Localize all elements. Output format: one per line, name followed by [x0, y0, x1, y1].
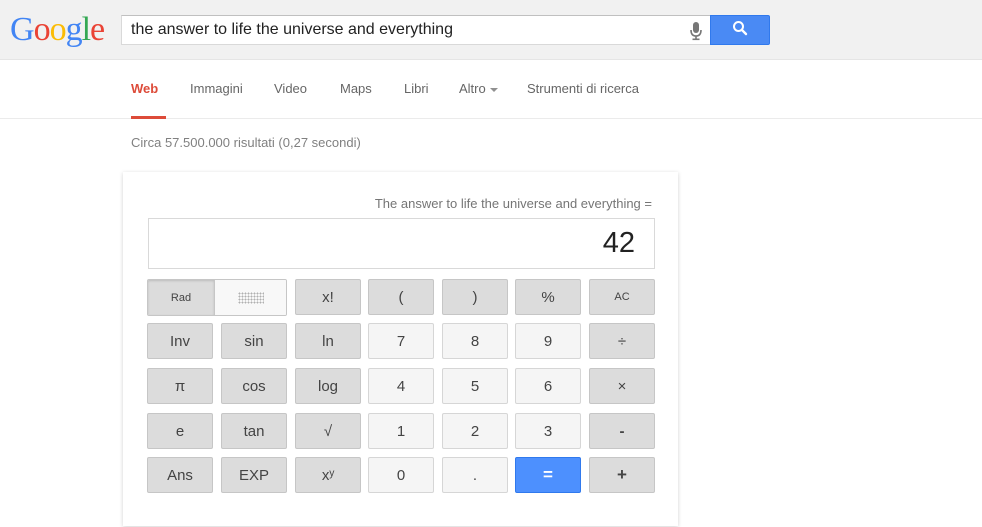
header-bar: Google: [0, 0, 982, 60]
divide-button[interactable]: ÷: [589, 323, 655, 359]
sin-button[interactable]: sin: [221, 323, 287, 359]
pi-button[interactable]: π: [147, 368, 213, 404]
subtract-button[interactable]: -: [589, 413, 655, 449]
multiply-button[interactable]: ×: [589, 368, 655, 404]
all-clear-button[interactable]: AC: [589, 279, 655, 315]
logo-letter: g: [65, 11, 83, 48]
close-paren-button[interactable]: ): [442, 279, 508, 315]
inverse-button[interactable]: Inv: [147, 323, 213, 359]
calculator-card: The answer to life the universe and ever…: [123, 172, 678, 526]
magnifier-icon: [732, 20, 748, 41]
digit-8-button[interactable]: 8: [442, 323, 508, 359]
logo-letter: l: [81, 11, 92, 48]
tab-images[interactable]: Immagini: [190, 81, 243, 119]
search-button[interactable]: [710, 15, 770, 45]
digit-0-button[interactable]: 0: [368, 457, 434, 493]
tab-maps[interactable]: Maps: [340, 81, 372, 119]
search-tabs: Web Immagini Video Maps Libri Altro Stru…: [0, 60, 982, 119]
rad-button[interactable]: Rad: [148, 280, 215, 315]
microphone-icon[interactable]: [688, 21, 704, 41]
square-root-button[interactable]: √: [295, 413, 361, 449]
google-logo[interactable]: Google: [10, 11, 105, 48]
logo-letter: o: [49, 11, 67, 48]
logo-letter: G: [10, 11, 35, 48]
digit-1-button[interactable]: 1: [368, 413, 434, 449]
tab-more-label: Altro: [459, 81, 486, 96]
answer-button[interactable]: Ans: [147, 457, 213, 493]
digit-2-button[interactable]: 2: [442, 413, 508, 449]
calculator-display: 42: [148, 218, 655, 269]
exp-button[interactable]: EXP: [221, 457, 287, 493]
tab-books[interactable]: Libri: [404, 81, 429, 119]
digit-3-button[interactable]: 3: [515, 413, 581, 449]
result-stats: Circa 57.500.000 risultati (0,27 secondi…: [131, 135, 361, 150]
power-button[interactable]: xʸ: [295, 457, 361, 493]
factorial-button[interactable]: x!: [295, 279, 361, 315]
digit-9-button[interactable]: 9: [515, 323, 581, 359]
angle-mode-toggle: Rad: [147, 279, 287, 316]
euler-button[interactable]: e: [147, 413, 213, 449]
calculator-result: 42: [602, 227, 635, 259]
logo-letter: o: [33, 11, 51, 48]
cos-button[interactable]: cos: [221, 368, 287, 404]
tab-web[interactable]: Web: [131, 81, 166, 119]
calculator-expression: The answer to life the universe and ever…: [374, 196, 652, 211]
digit-6-button[interactable]: 6: [515, 368, 581, 404]
add-button[interactable]: +: [589, 457, 655, 493]
tab-search-tools[interactable]: Strumenti di ricerca: [527, 81, 639, 119]
digit-5-button[interactable]: 5: [442, 368, 508, 404]
open-paren-button[interactable]: (: [368, 279, 434, 315]
search-box: [121, 15, 711, 45]
decimal-point-button[interactable]: .: [442, 457, 508, 493]
percent-button[interactable]: %: [515, 279, 581, 315]
deg-button[interactable]: [215, 280, 286, 315]
keypad-dots-icon: [237, 291, 264, 304]
digit-4-button[interactable]: 4: [368, 368, 434, 404]
log-button[interactable]: log: [295, 368, 361, 404]
tan-button[interactable]: tan: [221, 413, 287, 449]
ln-button[interactable]: ln: [295, 323, 361, 359]
tab-more[interactable]: Altro: [459, 81, 498, 119]
chevron-down-icon: [489, 87, 498, 92]
search-input[interactable]: [122, 16, 682, 44]
equals-button[interactable]: =: [515, 457, 581, 493]
logo-letter: e: [90, 11, 105, 48]
digit-7-button[interactable]: 7: [368, 323, 434, 359]
tab-video[interactable]: Video: [274, 81, 307, 119]
